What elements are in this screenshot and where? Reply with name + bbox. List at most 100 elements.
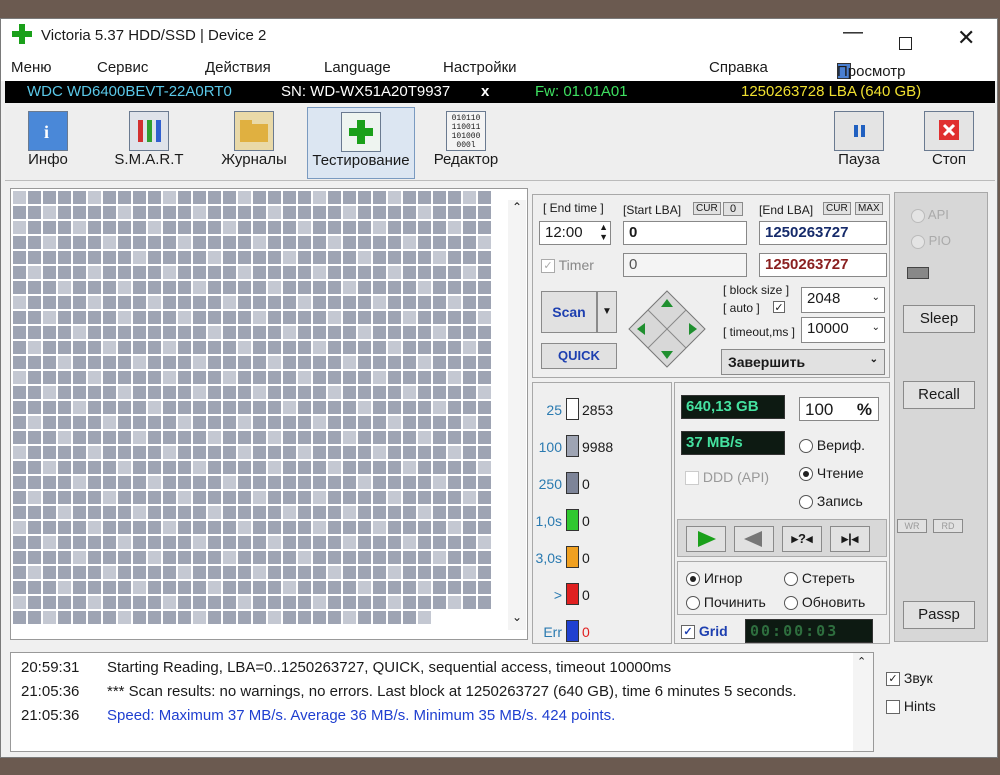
scan-block-cell	[388, 461, 401, 474]
scan-block-cell	[403, 506, 416, 519]
play-icon[interactable]	[686, 526, 726, 552]
finish-action-select[interactable]: Завершить ⌄	[721, 349, 885, 375]
scan-dropdown-icon[interactable]: ▼	[597, 291, 617, 333]
device-close-icon[interactable]: x	[481, 83, 489, 100]
api-radio[interactable]: API	[911, 207, 949, 223]
scan-block-cell	[403, 596, 416, 609]
scan-block-cell	[478, 506, 491, 519]
repair-radio[interactable]: Починить	[686, 594, 766, 611]
scan-block-cell	[448, 581, 461, 594]
scan-block-cell	[178, 476, 191, 489]
scan-block-cell	[433, 461, 446, 474]
scan-block-cell	[58, 581, 71, 594]
scan-block-cell	[133, 236, 146, 249]
scroll-down-icon[interactable]: ⌄	[512, 610, 522, 624]
end-max-button[interactable]: MAX	[855, 202, 883, 215]
scan-block-cell	[148, 326, 161, 339]
scan-block-cell	[28, 611, 41, 624]
scan-block-cell	[358, 611, 371, 624]
scan-block-cell	[193, 566, 206, 579]
butterfly-icon[interactable]: ▸|◂	[830, 526, 870, 552]
erase-radio[interactable]: Стереть	[784, 570, 855, 587]
scan-block-cell	[388, 371, 401, 384]
end-cur-button[interactable]: CUR	[823, 202, 851, 215]
menu-item-language[interactable]: Language	[324, 59, 391, 76]
auto-check-icon[interactable]: ✓	[773, 301, 785, 314]
logs-button[interactable]: Журналы	[211, 111, 297, 168]
scan-block-cell	[13, 266, 26, 279]
timer-checkbox[interactable]: ✓ Timer	[541, 257, 594, 274]
scan-block-cell	[388, 416, 401, 429]
info-button[interactable]: i Инфо	[15, 111, 81, 168]
stop-button[interactable]: Стоп	[919, 111, 979, 168]
scan-block-cell	[178, 536, 191, 549]
block-size-select[interactable]: 2048 ⌄	[801, 287, 885, 313]
scan-block-cell	[283, 431, 296, 444]
pause-button[interactable]: Пауза	[829, 111, 889, 168]
direction-pad[interactable]	[627, 289, 707, 369]
rd-button[interactable]: RD	[933, 519, 963, 533]
sleep-button[interactable]: Sleep	[903, 305, 975, 333]
scan-block-cell	[298, 191, 311, 204]
testing-label: Тестирование	[312, 152, 410, 169]
timeout-select[interactable]: 10000 ⌄	[801, 317, 885, 343]
start-cur-button[interactable]: CUR	[693, 202, 721, 215]
menu-item-menu[interactable]: Меню	[11, 59, 52, 76]
scan-block-cell	[43, 251, 56, 264]
scan-block-cell	[253, 491, 266, 504]
scan-button[interactable]: Scan	[541, 291, 597, 333]
scan-block-cell	[103, 581, 116, 594]
scan-block-cell	[88, 521, 101, 534]
device-model[interactable]: WDC WD6400BEVT-22A0RT0	[27, 83, 232, 100]
scan-block-cell	[223, 356, 236, 369]
pio-radio[interactable]: PIO	[911, 233, 951, 249]
smart-button[interactable]: S.M.A.R.T	[109, 111, 189, 168]
start-zero-button[interactable]: 0	[723, 202, 743, 216]
ddd-api-checkbox[interactable]: DDD (API)	[685, 469, 769, 486]
scroll-up-icon[interactable]: ⌃	[512, 200, 522, 214]
start-lba-input[interactable]: 0	[623, 221, 747, 245]
scan-block-cell	[223, 566, 236, 579]
hints-checkbox[interactable]: Hints	[886, 698, 936, 715]
scan-block-cell	[163, 266, 176, 279]
repair-label: Починить	[703, 594, 766, 610]
end-time-input[interactable]: 12:00 ▲ ▼	[539, 221, 611, 245]
scroll-up-icon[interactable]: ⌃	[857, 655, 866, 668]
sound-checkbox[interactable]: ✓ Звук	[886, 670, 933, 687]
random-seek-icon[interactable]: ▸?◂	[782, 526, 822, 552]
scan-map-scrollbar[interactable]: ⌃ ⌄	[508, 200, 526, 630]
wr-button[interactable]: WR	[897, 519, 927, 533]
editor-button[interactable]: 010110 110011 101000 000l Редактор	[427, 111, 505, 168]
scan-block-cell	[58, 326, 71, 339]
scan-block-cell	[388, 551, 401, 564]
timer-input[interactable]: 0	[623, 253, 747, 277]
menu-item-help[interactable]: Справка	[709, 59, 768, 76]
refresh-radio[interactable]: Обновить	[784, 594, 865, 611]
read-radio[interactable]: Чтение	[799, 465, 864, 482]
quick-button[interactable]: QUICK	[541, 343, 617, 369]
menu-item-settings[interactable]: Настройки	[443, 59, 517, 76]
grid-checkbox[interactable]: ✓ Grid	[681, 623, 728, 640]
scan-block-cell	[313, 311, 326, 324]
recall-button[interactable]: Recall	[903, 381, 975, 409]
write-radio[interactable]: Запись	[799, 493, 863, 510]
scan-block-cell	[88, 551, 101, 564]
minimize-icon[interactable]: —	[843, 21, 863, 44]
scan-block-cell	[103, 461, 116, 474]
testing-button[interactable]: Тестирование	[307, 107, 415, 179]
verify-radio[interactable]: Вериф.	[799, 437, 865, 454]
end-lba-input[interactable]: 1250263727	[759, 221, 887, 245]
back-icon[interactable]	[734, 526, 774, 552]
maximize-icon[interactable]	[899, 37, 912, 50]
scan-block-cell	[118, 341, 131, 354]
menu-item-actions[interactable]: Действия	[205, 59, 271, 76]
menu-item-service[interactable]: Сервис	[97, 59, 148, 76]
scan-block-cell	[343, 611, 356, 624]
close-window-icon[interactable]: ✕	[957, 25, 975, 51]
scan-block-cell	[193, 521, 206, 534]
time-spinner-icon[interactable]: ▲ ▼	[599, 222, 608, 242]
ignore-radio[interactable]: Игнор	[686, 570, 742, 587]
log-scrollbar[interactable]: ⌃	[853, 653, 873, 751]
passp-button[interactable]: Passp	[903, 601, 975, 629]
scan-block-cell	[343, 221, 356, 234]
